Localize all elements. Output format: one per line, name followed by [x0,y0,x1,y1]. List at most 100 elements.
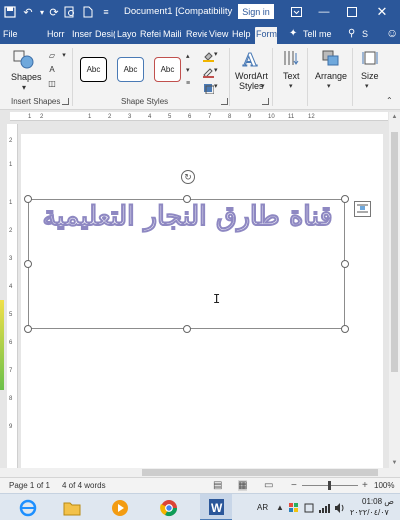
input-language[interactable]: AR [257,503,268,512]
resize-handle-top-right[interactable] [341,195,349,203]
wordart-styles-icon[interactable]: A [240,48,262,71]
smiley-feedback-icon[interactable]: ☺ [386,26,398,40]
wordart-styles-label-2[interactable]: Styles [239,81,264,91]
edit-shape-icon[interactable]: ▱ [46,50,58,60]
resize-handle-left[interactable] [24,260,32,268]
wordart-dropdown-icon[interactable]: ▾ [261,82,265,90]
file-explorer-icon[interactable] [58,494,86,520]
chrome-icon[interactable] [155,494,183,520]
horizontal-scroll-thumb[interactable] [142,469,378,476]
text-dropdown-icon[interactable]: ▾ [289,82,293,90]
tab-references[interactable]: Refei [139,27,161,44]
collapse-ribbon-icon[interactable]: ⌃ [386,96,393,105]
tab-review[interactable]: Revie [185,27,207,44]
arrange-icon[interactable] [320,48,342,68]
shape-style-swatch-3[interactable]: Abc [154,57,181,82]
size-dropdown-icon[interactable]: ▾ [365,82,369,90]
vertical-scrollbar[interactable]: ▲ ▼ [389,112,400,468]
horizontal-ruler[interactable]: 1 2 1 2 3 4 5 6 7 8 9 10 11 12 [10,112,388,121]
insert-shapes-launcher-icon[interactable] [62,98,69,105]
text-group-label[interactable]: Text [283,71,300,81]
customize-toolbar-icon[interactable]: ≡ [98,4,114,20]
shape-outline-dropdown-icon[interactable]: ▾ [214,66,218,74]
tab-design[interactable]: Desi( [94,27,115,44]
print-preview-icon[interactable] [62,4,78,20]
page-count[interactable]: Page 1 of 1 [9,481,50,490]
tab-layout[interactable]: Layo [116,27,137,44]
close-icon[interactable]: ✕ [372,2,392,22]
scroll-down-icon[interactable]: ▼ [389,458,400,468]
shapes-dropdown-icon[interactable]: ▾ [22,83,26,92]
shape-style-swatch-2[interactable]: Abc [117,57,144,82]
network-icon[interactable] [317,494,331,520]
resize-handle-bottom[interactable] [183,325,191,333]
shape-styles-launcher-icon[interactable] [221,98,228,105]
arrange-label[interactable]: Arrange [315,71,347,81]
horizontal-scrollbar[interactable] [0,468,400,477]
scroll-up-icon[interactable]: ▲ [389,112,400,122]
internet-explorer-icon[interactable] [14,494,42,520]
wordart-text[interactable]: قناة طارق النجار التعليمية [40,200,335,241]
shape-effects-icon[interactable] [202,82,214,94]
flag-icon[interactable] [287,494,301,520]
size-label[interactable]: Size [361,71,379,81]
clock-date[interactable]: ٢٠٢٢/٠٤/٠٧ [350,508,389,517]
read-mode-icon[interactable]: ▤ [213,480,222,491]
tab-insert[interactable]: Inser [71,27,93,44]
wordart-styles-label-1[interactable]: WordArt [235,71,268,81]
action-center-icon[interactable] [302,494,316,520]
open-file-icon[interactable] [80,4,96,20]
tell-me-search[interactable]: Tell me [302,27,336,44]
word-count[interactable]: 4 of 4 words [62,481,106,490]
sign-in-button[interactable]: Sign in [238,4,274,19]
zoom-level[interactable]: 100% [374,481,394,490]
vertical-ruler[interactable]: 2 1 1 2 3 4 5 6 7 8 9 [7,124,18,468]
tab-mailings[interactable]: Maili [162,27,184,44]
shapes-gallery-icon[interactable] [12,48,36,72]
shapes-label[interactable]: Shapes [11,72,42,82]
draw-textbox-icon[interactable]: A [46,64,58,74]
save-icon[interactable] [2,4,18,20]
volume-icon[interactable] [332,494,346,520]
tab-view[interactable]: View [208,27,230,44]
resize-handle-bottom-right[interactable] [341,325,349,333]
clock-time[interactable]: 01:08 ص [362,497,394,506]
rotate-handle-icon[interactable]: ↻ [181,170,195,184]
shape-style-swatch-1[interactable]: Abc [80,57,107,82]
zoom-slider-knob[interactable] [328,481,331,490]
text-direction-icon[interactable] [282,48,300,68]
share-icon[interactable]: ⚲ [348,28,355,39]
zoom-out-icon[interactable]: − [291,480,297,491]
size-icon[interactable] [361,48,379,68]
shape-fill-icon[interactable] [202,50,214,62]
zoom-in-icon[interactable]: + [362,480,368,491]
tab-share[interactable]: S [361,27,371,44]
tab-shape-format[interactable]: Form [255,27,277,44]
show-hidden-icons-icon[interactable]: ▲ [274,494,286,520]
web-layout-icon[interactable]: ▭ [264,480,273,491]
tab-file[interactable]: File [2,27,18,44]
layout-options-icon[interactable] [354,201,371,217]
resize-handle-top-left[interactable] [24,195,32,203]
tab-home[interactable]: Horr [46,27,70,44]
wordart-launcher-icon[interactable] [262,98,269,105]
tab-help[interactable]: Help [231,27,253,44]
resize-handle-bottom-left[interactable] [24,325,32,333]
maximize-icon[interactable] [342,2,362,22]
resize-handle-right[interactable] [341,260,349,268]
ribbon-display-options-icon[interactable] [286,2,306,22]
shape-more-icon[interactable]: ◫ [46,78,58,88]
arrange-dropdown-icon[interactable]: ▾ [327,82,331,90]
minimize-icon[interactable]: — [314,2,334,22]
vertical-scroll-thumb[interactable] [391,132,398,372]
shape-fill-dropdown-icon[interactable]: ▾ [214,50,218,58]
redo-icon[interactable]: ⟳ [46,4,62,20]
gallery-scroll-down-icon[interactable]: ▾ [186,66,190,74]
edit-shape-dropdown-icon[interactable]: ▾ [58,50,70,60]
gallery-more-icon[interactable]: ≡ [186,80,190,87]
shape-outline-icon[interactable] [202,66,214,78]
word-taskbar-button[interactable]: W [200,494,232,520]
print-layout-icon[interactable]: ▦ [238,480,248,491]
gallery-scroll-up-icon[interactable]: ▴ [186,52,190,60]
media-player-icon[interactable] [106,494,134,520]
